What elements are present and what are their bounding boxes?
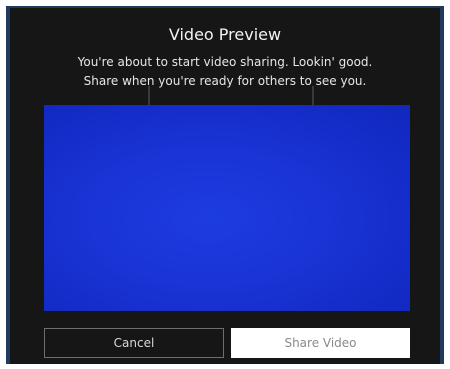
bottom-edge — [6, 364, 444, 369]
video-preview-dialog: Video Preview You're about to start vide… — [6, 6, 444, 364]
dialog-message-line-1: You're about to start video sharing. Loo… — [77, 55, 373, 69]
cancel-button[interactable]: Cancel — [44, 328, 224, 358]
video-preview-feed — [44, 105, 410, 311]
screen: Video Preview You're about to start vide… — [0, 0, 450, 369]
share-video-button[interactable]: Share Video — [231, 328, 410, 358]
dialog-message-line-2: Share when you're ready for others to se… — [83, 74, 367, 88]
dialog-title: Video Preview — [168, 25, 282, 44]
